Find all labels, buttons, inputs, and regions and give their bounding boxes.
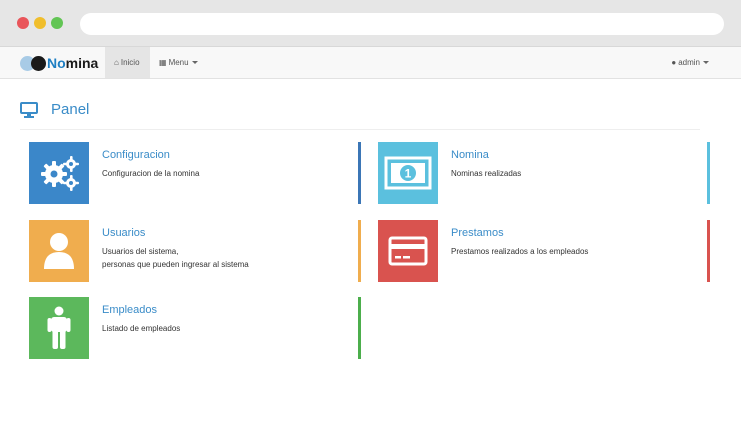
tile-title[interactable]: Nomina (451, 149, 489, 161)
brand-name: Nomina (47, 54, 98, 72)
tile-accent-bar (707, 142, 710, 204)
tile-title[interactable]: Prestamos (451, 227, 504, 239)
person-icon (47, 306, 71, 349)
tile-accent-bar (358, 297, 361, 359)
tile-icon-box: 1 (378, 142, 438, 204)
tile-description-line: Listado de empleados (102, 324, 181, 333)
tile-description: Usuarios del sistema, personas que puede… (102, 245, 249, 271)
credit-card-icon (388, 236, 428, 266)
tile-description: Configuracion de la nomina (102, 167, 199, 180)
tile-empleados[interactable]: Empleados Listado de empleados (29, 297, 361, 359)
tile-configuracion[interactable]: Configuracion Configuracion de la nomina (29, 142, 361, 204)
nav-inicio-label: Inicio (120, 58, 140, 67)
nav-inicio[interactable]: ⌂ Inicio (105, 47, 150, 78)
tile-accent-bar (358, 142, 361, 204)
grid-icon: ▦ (159, 58, 167, 67)
monitor-icon (20, 102, 38, 118)
svg-text:1: 1 (405, 167, 412, 181)
caret-down-icon (191, 61, 198, 65)
tile-accent-bar (707, 220, 710, 282)
address-bar[interactable] (80, 13, 724, 35)
brand-name-rest: mina (65, 55, 99, 71)
window-maximize-button[interactable] (51, 17, 63, 29)
tile-description: Prestamos realizados a los empleados (451, 245, 588, 258)
nav-menu-label: Menu (168, 58, 189, 67)
tile-icon-box (29, 142, 89, 204)
tile-description-line: Configuracion de la nomina (102, 169, 200, 178)
home-icon: ⌂ (114, 58, 119, 67)
tile-nomina[interactable]: 1 Nomina Nominas realizadas (378, 142, 710, 204)
window-close-button[interactable] (17, 17, 29, 29)
tile-accent-bar (358, 220, 361, 282)
tile-description-line: Nominas realizadas (451, 169, 522, 178)
money-icon: 1 (384, 156, 432, 190)
navbar: Nomina ⌂ Inicio ▦ Menu ● admin (0, 47, 741, 79)
tile-title[interactable]: Empleados (102, 304, 157, 316)
tile-icon-box (378, 220, 438, 282)
tile-description: Listado de empleados (102, 322, 180, 335)
tile-icon-box (29, 220, 89, 282)
window-minimize-button[interactable] (34, 17, 46, 29)
user-icon (44, 233, 74, 269)
gears-icon (41, 156, 79, 191)
panel-header: Panel (20, 100, 700, 130)
tile-icon-box (29, 297, 89, 359)
tile-prestamos[interactable]: Prestamos Prestamos realizados a los emp… (378, 220, 710, 282)
tile-usuarios[interactable]: Usuarios Usuarios del sistema, personas … (29, 220, 361, 282)
tile-title[interactable]: Usuarios (102, 227, 145, 239)
caret-down-icon (703, 61, 709, 65)
logo-circle-dark (31, 56, 46, 71)
user-menu-label: admin (678, 58, 700, 67)
browser-chrome (0, 0, 741, 47)
user-menu-dropdown[interactable]: ● admin (671, 47, 709, 78)
tile-description-line: Prestamos realizados a los empleados (451, 247, 589, 256)
nav-menu-dropdown[interactable]: ▦ Menu (150, 47, 207, 78)
page-title: Panel (51, 101, 90, 118)
brand-name-highlight: No (47, 55, 66, 71)
tile-description-line: Usuarios del sistema, (102, 247, 179, 256)
tile-description-line: personas que pueden ingresar al sistema (102, 260, 249, 269)
tile-description: Nominas realizadas (451, 167, 521, 180)
user-small-icon: ● (671, 58, 677, 67)
brand-logo[interactable]: Nomina (20, 54, 100, 72)
tile-title[interactable]: Configuracion (102, 149, 170, 161)
